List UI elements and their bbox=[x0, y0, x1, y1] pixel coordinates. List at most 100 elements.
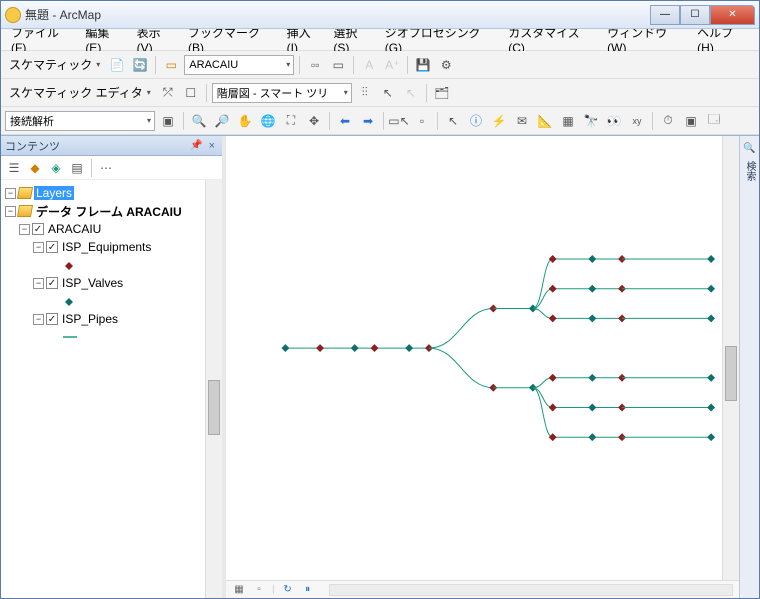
trace-icon[interactable]: ▣ bbox=[158, 111, 178, 131]
minimize-button[interactable]: — bbox=[650, 5, 680, 25]
pin-icon[interactable]: 📌 bbox=[187, 140, 205, 151]
full-extent-icon[interactable]: 🌐 bbox=[258, 111, 278, 131]
toc-frame[interactable]: データ フレーム ARACAIU bbox=[34, 203, 184, 220]
fixed-zoom-in-icon[interactable]: ⛶ bbox=[281, 111, 301, 131]
find-icon[interactable]: 🔭 bbox=[581, 111, 601, 131]
layer-checkbox[interactable]: ✓ bbox=[46, 241, 58, 253]
fwd-extent-icon[interactable]: ➡ bbox=[358, 111, 378, 131]
map-area: ▦ ▫ | ↻ ⏸ bbox=[226, 136, 739, 598]
toolbar-tools: 接続解析 ▣ 🔍 🔎 ✋ 🌐 ⛶ ✥ ⬅ ➡ ▭↖ ▫ ↖ ⓘ ⚡ ✉ 📐 ▦ … bbox=[1, 107, 759, 135]
map-vscroll[interactable] bbox=[722, 136, 739, 580]
time-slider-icon[interactable]: ⏱ bbox=[658, 111, 678, 131]
panel-close-icon[interactable]: × bbox=[206, 140, 218, 152]
collapse-icon[interactable]: − bbox=[5, 188, 16, 199]
pointer-icon[interactable]: ↖ bbox=[378, 83, 398, 103]
text-small-icon: A bbox=[359, 55, 379, 75]
table-icon[interactable]: ▦ bbox=[558, 111, 578, 131]
schematic-editor-menu[interactable]: スケマティック エディタ bbox=[5, 83, 155, 103]
toc-tree[interactable]: − Layers − データ フレーム ARACAIU − ✓ ARACAIU bbox=[1, 180, 205, 598]
maximize-button[interactable]: ☐ bbox=[680, 5, 710, 25]
edit-move-icon[interactable]: ⤱ bbox=[158, 83, 178, 103]
toc-toolbar: ☰ ◆ ◈ ▤ ⋯ bbox=[1, 156, 222, 180]
goto-xy-icon[interactable]: xy bbox=[627, 111, 647, 131]
layer-checkbox[interactable]: ✓ bbox=[32, 223, 44, 235]
propagate-map-icon[interactable]: ▭ bbox=[328, 55, 348, 75]
toolbar-editor: スケマティック エディタ ⤱ ☐ 階層図 - スマート ツリ ⫶⫶ ↖ ↖ 🗂 bbox=[1, 79, 759, 107]
list-draworder-icon[interactable]: ☰ bbox=[5, 159, 23, 177]
pause-icon[interactable]: ⏸ bbox=[301, 583, 315, 597]
toc-valves[interactable]: ISP_Valves bbox=[60, 276, 125, 290]
pointer2-icon: ↖ bbox=[401, 83, 421, 103]
toc-options-icon[interactable]: ⋯ bbox=[97, 159, 115, 177]
map-canvas[interactable] bbox=[226, 136, 721, 580]
close-button[interactable]: ✕ bbox=[710, 5, 755, 25]
analysis-dropdown[interactable]: 接続解析 bbox=[5, 111, 155, 131]
pan-icon[interactable]: ✋ bbox=[235, 111, 255, 131]
search-icon: 🔍 bbox=[742, 140, 758, 156]
collapse-icon[interactable]: − bbox=[33, 242, 44, 253]
collapse-icon[interactable]: − bbox=[33, 278, 44, 289]
layout-dropdown[interactable]: 階層図 - スマート ツリ bbox=[212, 83, 352, 103]
options-icon[interactable]: ⚙ bbox=[436, 55, 456, 75]
catalog-icon[interactable]: 🗔 bbox=[704, 111, 724, 131]
apply-layout-icon[interactable]: ⫶⫶ bbox=[355, 83, 375, 103]
toc-group[interactable]: ARACAIU bbox=[46, 222, 103, 236]
collapse-icon[interactable]: − bbox=[19, 224, 30, 235]
clear-selection-icon[interactable]: ▫ bbox=[412, 111, 432, 131]
hyperlink-icon[interactable]: ⚡ bbox=[489, 111, 509, 131]
back-extent-icon[interactable]: ⬅ bbox=[335, 111, 355, 131]
identify-icon[interactable]: ⓘ bbox=[466, 111, 486, 131]
list-source-icon[interactable]: ◆ bbox=[26, 159, 44, 177]
save-edits-icon[interactable]: 💾 bbox=[413, 55, 433, 75]
toc-title: コンテンツ bbox=[5, 138, 60, 154]
list-selection-icon[interactable]: ▤ bbox=[68, 159, 86, 177]
menubar: ファイル(F) 編集(E) 表示(V) ブックマーク(B) 挿入(I) 選択(S… bbox=[1, 29, 759, 51]
equip-symbol-icon bbox=[61, 259, 77, 271]
collapse-icon[interactable]: − bbox=[5, 206, 16, 217]
dataframe-icon bbox=[17, 187, 33, 199]
toc-panel: コンテンツ 📌 × ☰ ◆ ◈ ▤ ⋯ − Layers bbox=[1, 136, 226, 598]
titlebar: 無題 - ArcMap — ☐ ✕ bbox=[1, 1, 759, 29]
select-element-icon[interactable]: ↖ bbox=[443, 111, 463, 131]
layout-config-icon[interactable]: 🗂 bbox=[432, 83, 452, 103]
list-visibility-icon[interactable]: ◈ bbox=[47, 159, 65, 177]
layer-checkbox[interactable]: ✓ bbox=[46, 313, 58, 325]
viewer-window-icon[interactable]: ▣ bbox=[681, 111, 701, 131]
toc-header: コンテンツ 📌 × bbox=[1, 136, 222, 156]
pipe-symbol-icon bbox=[61, 331, 77, 343]
toc-layers[interactable]: Layers bbox=[34, 186, 74, 200]
search-panel-tab[interactable]: 🔍 検索 bbox=[739, 136, 759, 598]
app-icon bbox=[5, 7, 21, 23]
schematic-diagram bbox=[226, 136, 721, 580]
find-route-icon[interactable]: 👀 bbox=[604, 111, 624, 131]
select-features-icon[interactable]: ▭↖ bbox=[389, 111, 409, 131]
dataset-dropdown[interactable]: ARACAIU bbox=[184, 55, 294, 75]
propagate-select-icon[interactable]: ▫▫ bbox=[305, 55, 325, 75]
layout-view-icon[interactable]: ▫ bbox=[252, 583, 266, 597]
search-label: 検索 bbox=[742, 161, 757, 181]
generate-diagram-icon[interactable]: 📄 bbox=[107, 55, 127, 75]
toolbar-schematic: スケマティック 📄 🔄 ▭ ARACAIU ▫▫ ▭ A A⁺ 💾 ⚙ bbox=[1, 51, 759, 79]
valve-symbol-icon bbox=[61, 295, 77, 307]
layer-checkbox[interactable]: ✓ bbox=[46, 277, 58, 289]
toc-pipes[interactable]: ISP_Pipes bbox=[60, 312, 120, 326]
main-area: コンテンツ 📌 × ☰ ◆ ◈ ▤ ⋯ − Layers bbox=[1, 135, 759, 598]
dataframe-icon bbox=[17, 205, 33, 217]
toc-equip[interactable]: ISP_Equipments bbox=[60, 240, 153, 254]
html-popup-icon[interactable]: ✉ bbox=[512, 111, 532, 131]
map-hscroll[interactable] bbox=[329, 584, 733, 596]
text-large-icon: A⁺ bbox=[382, 55, 402, 75]
fixed-zoom-out-icon[interactable]: ✥ bbox=[304, 111, 324, 131]
zoom-out-icon[interactable]: 🔎 bbox=[212, 111, 232, 131]
collapse-icon[interactable]: − bbox=[33, 314, 44, 325]
measure-icon[interactable]: 📐 bbox=[535, 111, 555, 131]
frame-icon: ▭ bbox=[161, 55, 181, 75]
select-schematic-icon[interactable]: ☐ bbox=[181, 83, 201, 103]
zoom-in-icon[interactable]: 🔍 bbox=[189, 111, 209, 131]
schematic-menu[interactable]: スケマティック bbox=[5, 55, 104, 75]
refresh-icon[interactable]: ↻ bbox=[281, 583, 295, 597]
app-window: 無題 - ArcMap — ☐ ✕ ファイル(F) 編集(E) 表示(V) ブッ… bbox=[0, 0, 760, 599]
data-view-icon[interactable]: ▦ bbox=[232, 583, 246, 597]
toc-scrollbar[interactable] bbox=[205, 180, 222, 598]
update-diagram-icon[interactable]: 🔄 bbox=[130, 55, 150, 75]
